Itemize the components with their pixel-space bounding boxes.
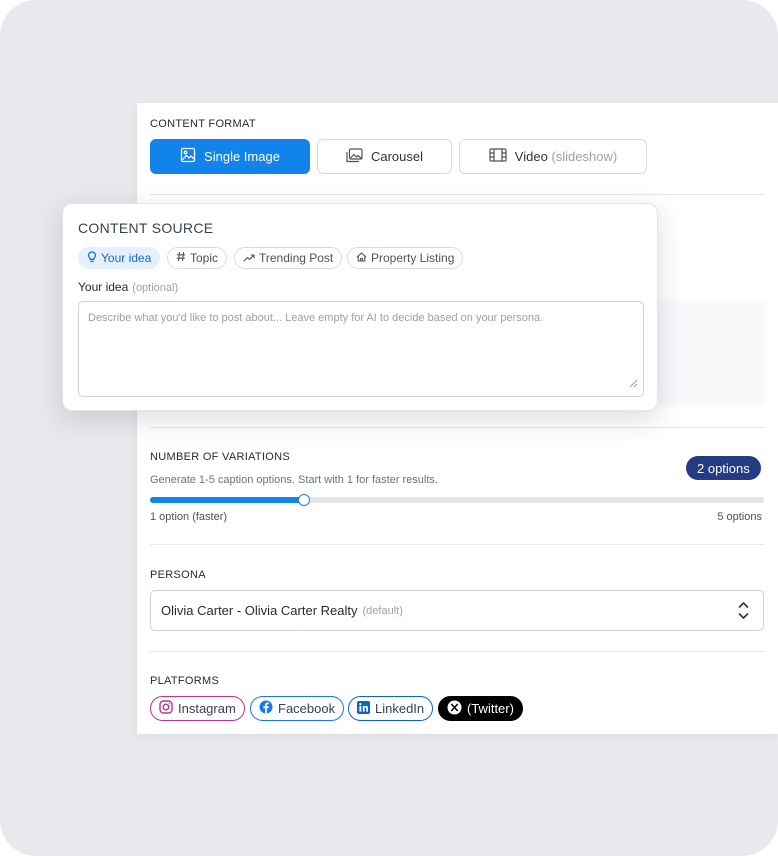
facebook-icon <box>259 700 273 717</box>
idea-label-text: Your idea <box>78 280 129 294</box>
film-icon <box>489 148 507 165</box>
platform-twitter-toggle[interactable]: (Twitter) <box>438 696 523 721</box>
chip-label: Your idea <box>101 251 152 265</box>
divider <box>150 194 765 195</box>
x-icon <box>447 700 462 718</box>
persona-select[interactable]: Olivia Carter - Olivia Carter Realty (de… <box>150 590 764 631</box>
carousel-icon <box>346 147 363 166</box>
slider-fill <box>150 497 304 503</box>
source-chip-property-listing[interactable]: Property Listing <box>347 247 464 269</box>
content-source-title: CONTENT SOURCE <box>78 220 214 236</box>
idea-optional-note: (optional) <box>132 282 179 294</box>
idea-textarea[interactable]: Describe what you'd like to post about..… <box>78 301 644 397</box>
instagram-icon <box>159 700 173 717</box>
lightbulb-icon <box>87 250 97 266</box>
format-label: Single Image <box>204 149 280 164</box>
home-icon <box>356 251 367 265</box>
format-label: Video <box>514 149 548 164</box>
obscured-area <box>649 301 765 405</box>
source-chip-topic[interactable]: Topic <box>167 247 228 269</box>
chip-label: Trending Post <box>259 251 334 265</box>
trending-icon <box>243 251 255 265</box>
platforms-label: PLATFORMS <box>150 675 220 687</box>
persona-label: PERSONA <box>150 569 206 581</box>
content-format-label: CONTENT FORMAT <box>150 118 256 130</box>
variations-helper-text: Generate 1-5 caption options. Start with… <box>150 474 438 486</box>
divider <box>150 427 765 428</box>
format-suffix: (slideshow) <box>551 149 618 164</box>
source-chip-trending-post[interactable]: Trending Post <box>234 247 343 269</box>
format-video-button[interactable]: Video (slideshow) <box>459 139 647 174</box>
source-chip-your-idea[interactable]: Your idea <box>78 247 161 269</box>
format-carousel-button[interactable]: Carousel <box>317 139 452 174</box>
variations-slider[interactable] <box>150 494 764 506</box>
platform-instagram-toggle[interactable]: Instagram <box>150 696 245 721</box>
idea-placeholder: Describe what you'd like to post about..… <box>88 312 544 324</box>
divider <box>150 651 765 652</box>
chip-label: Property Listing <box>371 251 455 265</box>
slider-min-label: 1 option (faster) <box>150 511 228 523</box>
format-single-image-button[interactable]: Single Image <box>150 139 310 174</box>
resize-handle-icon[interactable] <box>629 379 638 391</box>
variations-count-badge: 2 options <box>686 456 761 480</box>
persona-default-note: (default) <box>362 604 403 617</box>
chip-label: Topic <box>190 251 219 265</box>
settings-panel: CONTENT FORMAT Single Image Carousel Vid… <box>137 103 778 734</box>
platform-label: (Twitter) <box>467 701 514 716</box>
platform-label: LinkedIn <box>375 701 425 716</box>
slider-thumb[interactable] <box>298 494 310 506</box>
variations-label: NUMBER OF VARIATIONS <box>150 451 291 463</box>
hash-icon <box>176 251 186 265</box>
platform-linkedin-toggle[interactable]: LinkedIn <box>348 696 434 721</box>
chevron-up-down-icon <box>738 601 749 623</box>
content-source-card: CONTENT SOURCE Your idea Topic Trending … <box>62 203 658 411</box>
format-label: Carousel <box>370 149 424 164</box>
persona-selected-value: Olivia Carter - Olivia Carter Realty <box>161 603 358 618</box>
slider-max-label: 5 options <box>717 511 762 523</box>
idea-field-label: Your idea (optional) <box>78 280 178 294</box>
platform-label: Instagram <box>178 701 236 716</box>
platform-facebook-toggle[interactable]: Facebook <box>250 696 345 721</box>
image-icon <box>180 147 196 166</box>
platform-label: Facebook <box>278 701 336 716</box>
divider <box>150 544 765 545</box>
linkedin-icon <box>357 700 370 717</box>
